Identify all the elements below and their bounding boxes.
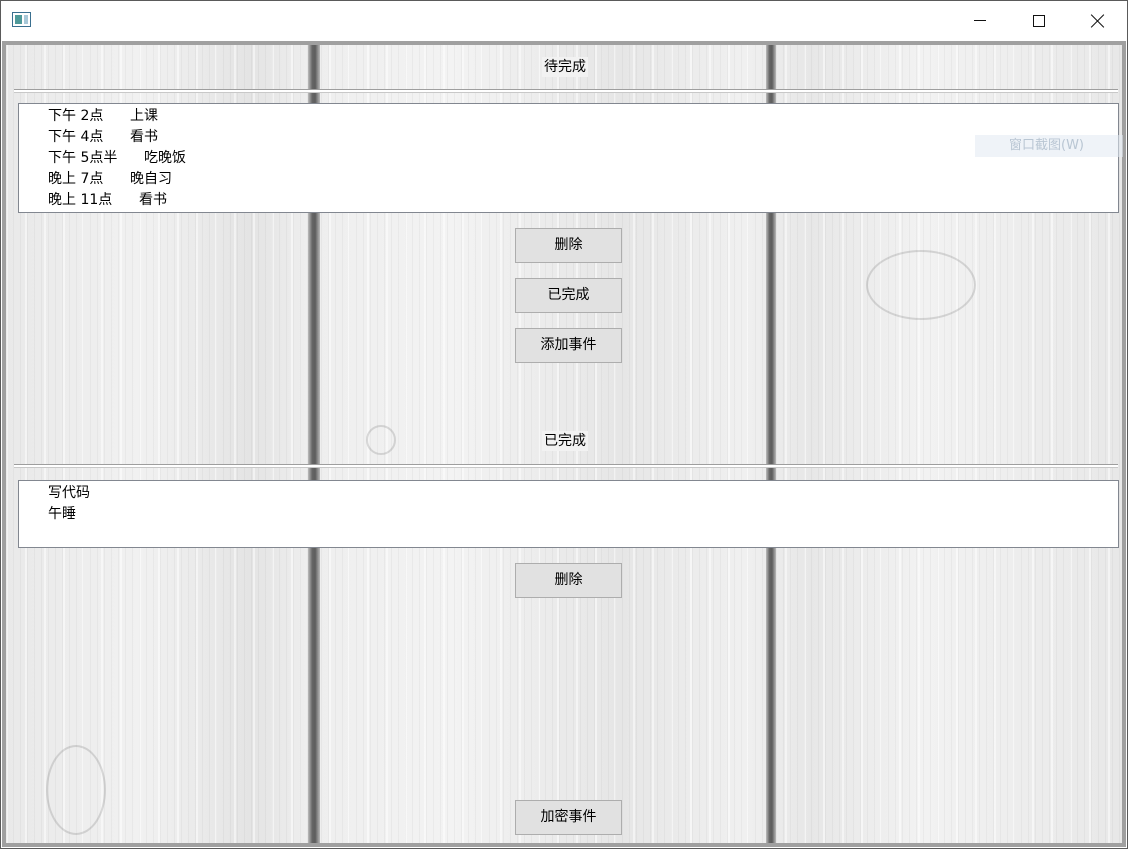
title-bar[interactable] [1,1,1127,40]
delete-pending-button[interactable]: 删除 [515,228,622,263]
done-separator [14,464,1118,468]
done-list[interactable]: 写代码 午睡 [18,480,1119,548]
app-window: 待完成 下午 2点 上课 下午 4点 看书 下午 5点半 吃晚饭 晚上 7点 晚… [0,0,1128,849]
encrypt-event-button[interactable]: 加密事件 [515,800,622,835]
close-icon [1091,14,1105,28]
minimize-icon [974,20,986,21]
add-event-button[interactable]: 添加事件 [515,328,622,363]
wood-knot [46,745,106,835]
window-screenshot-tooltip: 窗口截图(W) [975,135,1123,157]
wood-knot [366,425,396,455]
app-icon[interactable] [12,12,31,27]
close-button[interactable] [1069,1,1127,40]
pending-section-label: 待完成 [542,57,588,77]
client-area-wood-background: 待完成 下午 2点 上课 下午 4点 看书 下午 5点半 吃晚饭 晚上 7点 晚… [2,41,1126,847]
list-item[interactable]: 下午 5点半 吃晚饭 [48,148,1118,169]
wood-knot [866,250,976,320]
list-item[interactable]: 下午 4点 看书 [48,127,1118,148]
list-item[interactable]: 午睡 [48,504,1118,525]
done-section-label: 已完成 [542,431,588,451]
maximize-icon [1033,14,1045,27]
list-item[interactable]: 写代码 [48,483,1118,504]
list-item[interactable]: 晚上 7点 晚自习 [48,169,1118,190]
list-item[interactable]: 下午 2点 上课 [48,106,1118,127]
delete-done-button[interactable]: 删除 [515,563,622,598]
list-item[interactable]: 晚上 11点 看书 [48,190,1118,211]
pending-list[interactable]: 下午 2点 上课 下午 4点 看书 下午 5点半 吃晚饭 晚上 7点 晚自习 晚… [18,103,1119,213]
pending-separator [14,89,1118,93]
minimize-button[interactable] [951,1,1009,40]
mark-complete-button[interactable]: 已完成 [515,278,622,313]
maximize-button[interactable] [1010,1,1068,40]
